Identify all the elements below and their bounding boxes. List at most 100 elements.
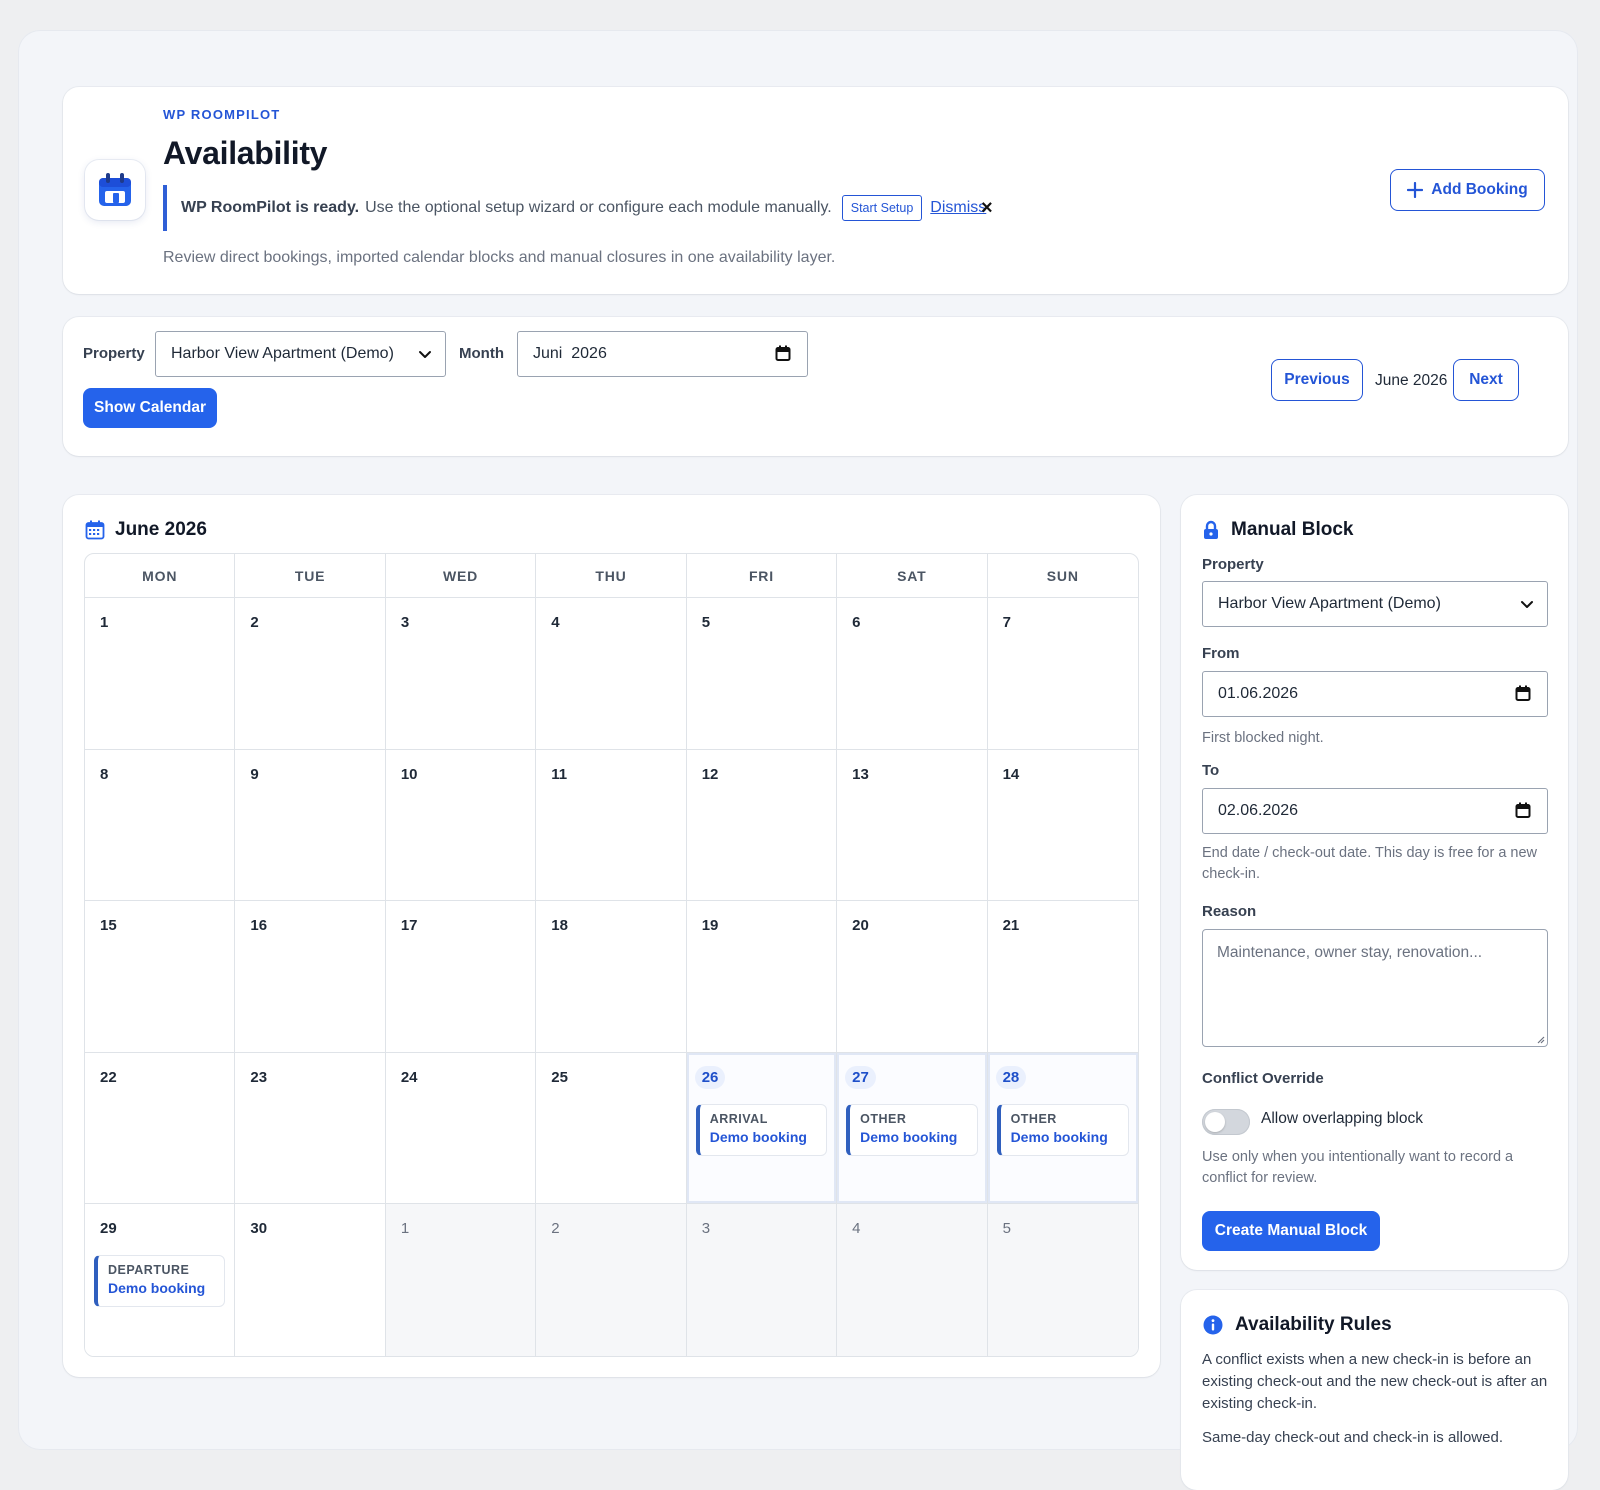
calendar-day-cell[interactable]: 3: [385, 598, 537, 750]
calendar-picker-icon[interactable]: [1515, 685, 1531, 702]
calendar-card: June 2026 MON TUE WED THU FRI SAT SUN 1 2 3 4 5 6 7 8 9…: [63, 495, 1160, 1377]
calendar-day-cell[interactable]: 8: [85, 749, 236, 902]
calendar-day-cell[interactable]: 15: [85, 901, 236, 1053]
block-property-select[interactable]: Harbor View Apartment (Demo): [1202, 581, 1548, 627]
calendar-day-cell[interactable]: 7: [987, 598, 1138, 750]
manual-block-heading: Manual Block: [1203, 519, 1353, 541]
day-number: 19: [701, 917, 719, 935]
day-number: 24: [400, 1068, 418, 1086]
calendar-day-cell[interactable]: 30: [235, 1204, 386, 1356]
calendar-day-cell[interactable]: 5: [987, 1204, 1138, 1356]
day-number: 25: [551, 1068, 568, 1086]
booking-event[interactable]: OTHER Demo booking: [996, 1103, 1129, 1156]
next-month-button[interactable]: Next: [1453, 359, 1519, 401]
day-number: 18: [551, 917, 568, 935]
calendar-day-cell[interactable]: 20: [837, 901, 988, 1053]
previous-month-button[interactable]: Previous: [1271, 359, 1363, 401]
calendar-day-cell[interactable]: 1: [385, 1204, 537, 1356]
event-title-link[interactable]: Demo booking: [1011, 1129, 1128, 1145]
calendar-day-cell[interactable]: 28 OTHER Demo booking: [987, 1052, 1138, 1205]
block-property-value: Harbor View Apartment (Demo): [1218, 595, 1441, 612]
from-help-text: First blocked night.: [1202, 730, 1324, 746]
event-title-link[interactable]: Demo booking: [860, 1129, 976, 1145]
day-number: 13: [852, 765, 869, 783]
month-input-value: Juni 2026: [533, 345, 607, 362]
weekday-header: SUN: [987, 554, 1138, 598]
event-title-link[interactable]: Demo booking: [710, 1129, 826, 1145]
calendar-day-cell[interactable]: 26 ARRIVAL Demo booking: [686, 1052, 838, 1205]
calendar-day-cell[interactable]: 12: [686, 749, 838, 902]
calendar-day-cell[interactable]: 25: [536, 1052, 687, 1205]
rules-title: Availability Rules: [1235, 1314, 1392, 1335]
day-number: 7: [1002, 614, 1011, 631]
calendar-day-cell[interactable]: 3: [686, 1204, 838, 1356]
calendar-picker-icon[interactable]: [775, 345, 791, 362]
booking-event[interactable]: DEPARTURE Demo booking: [94, 1255, 226, 1308]
calendar-day-cell[interactable]: 10: [385, 749, 537, 902]
calendar-day-cell[interactable]: 5: [686, 598, 838, 750]
calendar-day-cell[interactable]: 9: [235, 749, 386, 902]
property-select[interactable]: Harbor View Apartment (Demo): [155, 331, 446, 377]
month-input[interactable]: Juni 2026: [517, 331, 808, 377]
weekday-header: FRI: [686, 554, 838, 598]
create-manual-block-button[interactable]: Create Manual Block: [1202, 1211, 1380, 1251]
filter-card: Property Harbor View Apartment (Demo) Mo…: [63, 317, 1568, 456]
calendar-icon: [85, 520, 105, 540]
resize-handle-icon[interactable]: [1535, 1034, 1545, 1044]
event-title-link[interactable]: Demo booking: [108, 1280, 224, 1296]
calendar-day-cell[interactable]: 22: [85, 1052, 236, 1205]
calendar-day-cell[interactable]: 6: [837, 598, 988, 750]
day-number: 29: [100, 1220, 117, 1238]
calendar-day-cell[interactable]: 17: [385, 901, 537, 1053]
calendar-day-cell[interactable]: 2: [536, 1204, 687, 1356]
calendar-day-cell[interactable]: 23: [235, 1052, 386, 1205]
calendar-day-cell[interactable]: 4: [837, 1204, 988, 1356]
reason-field-label: Reason: [1202, 903, 1257, 920]
calendar-day-cell[interactable]: 2: [235, 598, 386, 750]
calendar-day-cell[interactable]: 29 DEPARTURE Demo booking: [85, 1204, 236, 1356]
calendar-day-cell[interactable]: 13: [837, 749, 988, 902]
event-type: OTHER: [1010, 1111, 1057, 1126]
reason-textarea[interactable]: Maintenance, owner stay, renovation...: [1202, 929, 1548, 1047]
day-number: 26: [694, 1065, 726, 1089]
calendar-title: June 2026: [115, 519, 207, 540]
calendar-day-cell[interactable]: 27 OTHER Demo booking: [837, 1052, 988, 1205]
booking-event[interactable]: OTHER Demo booking: [846, 1103, 978, 1156]
show-calendar-button[interactable]: Show Calendar: [83, 388, 217, 428]
close-icon[interactable]: ×: [981, 197, 993, 220]
header-description: Review direct bookings, imported calenda…: [163, 249, 836, 266]
start-setup-button[interactable]: Start Setup: [841, 195, 923, 221]
calendar-day-cell[interactable]: 18: [536, 901, 687, 1053]
to-date-input[interactable]: 02.06.2026: [1202, 788, 1548, 834]
dismiss-link[interactable]: Dismiss: [930, 199, 986, 217]
booking-event[interactable]: ARRIVAL Demo booking: [695, 1103, 828, 1156]
app-logo: [85, 160, 145, 220]
day-number: 11: [551, 765, 568, 783]
day-number: 4: [852, 1220, 861, 1238]
setup-notice: WP RoomPilot is ready. Use the optional …: [163, 185, 986, 231]
manual-block-card: Manual Block Property Harbor View Apartm…: [1181, 495, 1568, 1270]
to-help-text: End date / check-out date. This day is f…: [1202, 845, 1538, 882]
add-booking-label: Add Booking: [1431, 181, 1528, 198]
calendar-day-cell[interactable]: 19: [686, 901, 838, 1053]
day-number: 6: [852, 614, 861, 631]
day-number: 30: [250, 1220, 268, 1238]
add-booking-button[interactable]: Add Booking: [1390, 169, 1545, 211]
weekday-header: TUE: [235, 554, 386, 598]
overlap-toggle[interactable]: [1202, 1109, 1250, 1135]
conflict-override-label: Conflict Override: [1202, 1070, 1324, 1087]
calendar-day-cell[interactable]: 11: [536, 749, 687, 902]
calendar-day-cell[interactable]: 24: [385, 1052, 537, 1205]
day-number: 20: [852, 917, 869, 935]
current-month-label: June 2026: [1375, 372, 1448, 389]
calendar-day-cell[interactable]: 16: [235, 901, 386, 1053]
calendar-picker-icon[interactable]: [1515, 802, 1531, 819]
calendar-day-cell[interactable]: 4: [536, 598, 687, 750]
calendar-day-cell[interactable]: 14: [987, 749, 1138, 902]
event-type: DEPARTURE: [108, 1263, 190, 1278]
info-icon: [1203, 1315, 1223, 1335]
from-date-input[interactable]: 01.06.2026: [1202, 671, 1548, 717]
calendar-day-cell[interactable]: 21: [987, 901, 1138, 1053]
day-number: 4: [551, 614, 560, 631]
calendar-day-cell[interactable]: 1: [85, 598, 236, 750]
